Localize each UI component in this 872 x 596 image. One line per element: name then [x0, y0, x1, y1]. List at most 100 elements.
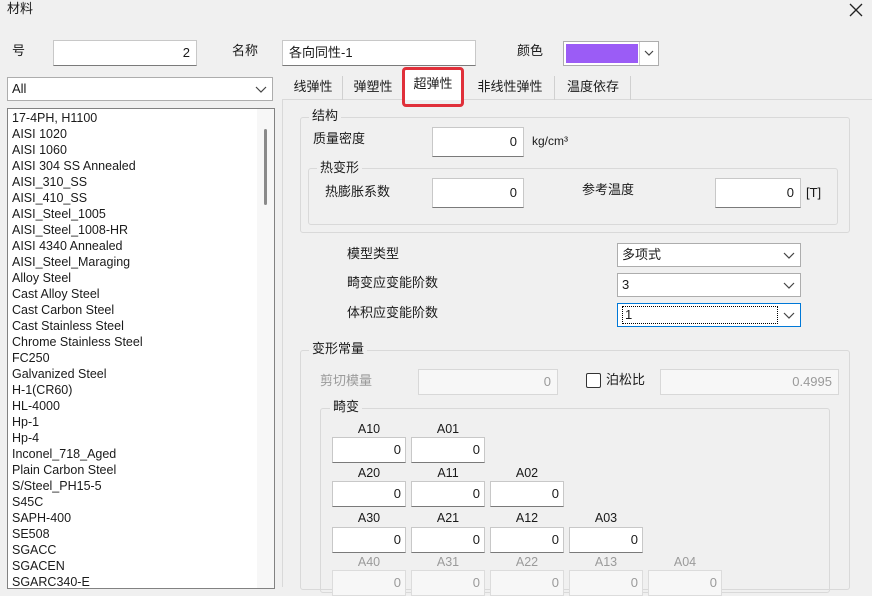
tab-elastoplastic[interactable]: 弹塑性 — [343, 76, 404, 100]
list-item[interactable]: AISI_Steel_1005 — [8, 206, 256, 222]
coef-field-a40[interactable]: 0 — [332, 570, 406, 596]
deviatoric-order-value: 3 — [622, 277, 630, 292]
coef-field-a22[interactable]: 0 — [490, 570, 564, 596]
coef-field-a03[interactable]: 0 — [569, 527, 643, 553]
ref-temp-field[interactable]: 0 — [715, 178, 801, 208]
number-label: 号 — [12, 44, 26, 59]
number-field[interactable]: 2 — [53, 40, 197, 66]
list-item[interactable]: SGACEN — [8, 558, 256, 574]
coef-label-a21: A21 — [436, 511, 460, 525]
name-label: 名称 — [232, 44, 259, 59]
list-item[interactable]: Hp-1 — [8, 414, 256, 430]
shear-modulus-field[interactable]: 0 — [418, 369, 558, 395]
close-button[interactable] — [842, 0, 870, 20]
coef-field-a30[interactable]: 0 — [332, 527, 406, 553]
list-item[interactable]: S45C — [8, 494, 256, 510]
list-item[interactable]: S/Steel_PH15-5 — [8, 478, 256, 494]
list-item[interactable]: Inconel_718_Aged — [8, 446, 256, 462]
list-item[interactable]: Plain Carbon Steel — [8, 462, 256, 478]
coef-field-a31[interactable]: 0 — [411, 570, 485, 596]
ref-temp-unit: [T] — [806, 185, 822, 200]
poisson-checkbox[interactable] — [586, 373, 601, 388]
constants-group-title: 变形常量 — [309, 341, 368, 359]
chevron-down-icon — [783, 252, 795, 259]
chevron-down-icon — [255, 86, 267, 93]
coef-label-a02: A02 — [515, 466, 539, 480]
material-list-items: 17-4PH, H1100 AISI 1020 AISI 1060 AISI 304 … — [8, 110, 256, 588]
coef-label-a22: A22 — [515, 555, 539, 569]
list-item[interactable]: AISI_Steel_1008-HR — [8, 222, 256, 238]
coef-label-a40: A40 — [357, 555, 381, 569]
list-scrollbar[interactable] — [257, 109, 274, 588]
list-item[interactable]: AISI 1060 — [8, 142, 256, 158]
coef-field-a04[interactable]: 0 — [648, 570, 722, 596]
coef-field-a12[interactable]: 0 — [490, 527, 564, 553]
list-item[interactable]: Cast Stainless Steel — [8, 318, 256, 334]
scrollbar-thumb[interactable] — [264, 129, 267, 205]
list-item[interactable]: Chrome Stainless Steel — [8, 334, 256, 350]
list-item[interactable]: AISI_Steel_Maraging — [8, 254, 256, 270]
list-item[interactable]: AISI 4340 Annealed — [8, 238, 256, 254]
coef-label-a04: A04 — [673, 555, 697, 569]
list-item[interactable]: AISI 304 SS Annealed — [8, 158, 256, 174]
color-picker[interactable] — [563, 41, 659, 66]
list-item[interactable]: Galvanized Steel — [8, 366, 256, 382]
window-title: 材料 — [7, 2, 34, 17]
coef-field-a20[interactable]: 0 — [332, 481, 406, 507]
coef-label-a30: A30 — [357, 511, 381, 525]
list-item[interactable]: FC250 — [8, 350, 256, 366]
tab-nonlinear-elastic[interactable]: 非线性弹性 — [466, 76, 555, 100]
coef-label-a10: A10 — [357, 422, 381, 436]
name-field[interactable]: 各向同性-1 — [282, 40, 476, 66]
thermal-group-title: 热变形 — [317, 160, 363, 178]
coef-field-a10[interactable]: 0 — [332, 437, 406, 463]
model-type-label: 模型类型 — [347, 247, 400, 262]
coef-label-a31: A31 — [436, 555, 460, 569]
structure-group-title: 结构 — [309, 108, 342, 126]
list-item[interactable]: Cast Alloy Steel — [8, 286, 256, 302]
volumetric-order-select[interactable]: 1 — [617, 303, 801, 327]
list-item[interactable]: AISI_410_SS — [8, 190, 256, 206]
poisson-field[interactable]: 0.4995 — [660, 369, 839, 395]
coef-label-a03: A03 — [594, 511, 618, 525]
material-list[interactable]: 17-4PH, H1100 AISI 1020 AISI 1060 AISI 304 … — [7, 108, 275, 589]
list-item[interactable]: Cast Carbon Steel — [8, 302, 256, 318]
chevron-down-icon — [783, 282, 795, 289]
volumetric-order-value: 1 — [622, 306, 778, 324]
color-swatch — [566, 44, 638, 63]
coef-label-a13: A13 — [594, 555, 618, 569]
list-item[interactable]: 17-4PH, H1100 — [8, 110, 256, 126]
model-type-select[interactable]: 多项式 — [617, 243, 801, 267]
list-item[interactable]: H-1(CR60) — [8, 382, 256, 398]
list-item[interactable]: SGACC — [8, 542, 256, 558]
material-filter-select[interactable]: All — [7, 77, 273, 101]
coef-label-a11: A11 — [437, 466, 459, 480]
list-item[interactable]: SE508 — [8, 526, 256, 542]
coef-field-a11[interactable]: 0 — [411, 481, 485, 507]
tab-linear-elastic[interactable]: 线弹性 — [284, 76, 343, 100]
density-field[interactable]: 0 — [432, 127, 524, 157]
tab-temperature-dependent[interactable]: 温度依存 — [556, 76, 631, 100]
list-item[interactable]: HL-4000 — [8, 398, 256, 414]
expansion-field[interactable]: 0 — [432, 178, 524, 208]
ref-temp-label: 参考温度 — [582, 183, 635, 198]
list-item[interactable]: SAPH-400 — [8, 510, 256, 526]
coef-field-a13[interactable]: 0 — [569, 570, 643, 596]
shear-modulus-label: 剪切模量 — [320, 374, 373, 389]
list-item[interactable]: AISI_310_SS — [8, 174, 256, 190]
coef-field-a01[interactable]: 0 — [411, 437, 485, 463]
list-item[interactable]: Alloy Steel — [8, 270, 256, 286]
coef-label-a20: A20 — [357, 466, 381, 480]
coef-field-a02[interactable]: 0 — [490, 481, 564, 507]
color-dropdown-button[interactable] — [639, 42, 658, 65]
chevron-down-icon — [644, 50, 654, 56]
material-filter-value: All — [12, 81, 27, 96]
volumetric-order-label: 体积应变能阶数 — [347, 306, 439, 321]
deviatoric-order-select[interactable]: 3 — [617, 273, 801, 297]
coef-field-a21[interactable]: 0 — [411, 527, 485, 553]
density-unit: kg/cm³ — [532, 134, 568, 148]
list-item[interactable]: AISI 1020 — [8, 126, 256, 142]
list-item[interactable]: Hp-4 — [8, 430, 256, 446]
density-label: 质量密度 — [313, 132, 366, 147]
model-type-value: 多项式 — [622, 247, 662, 262]
